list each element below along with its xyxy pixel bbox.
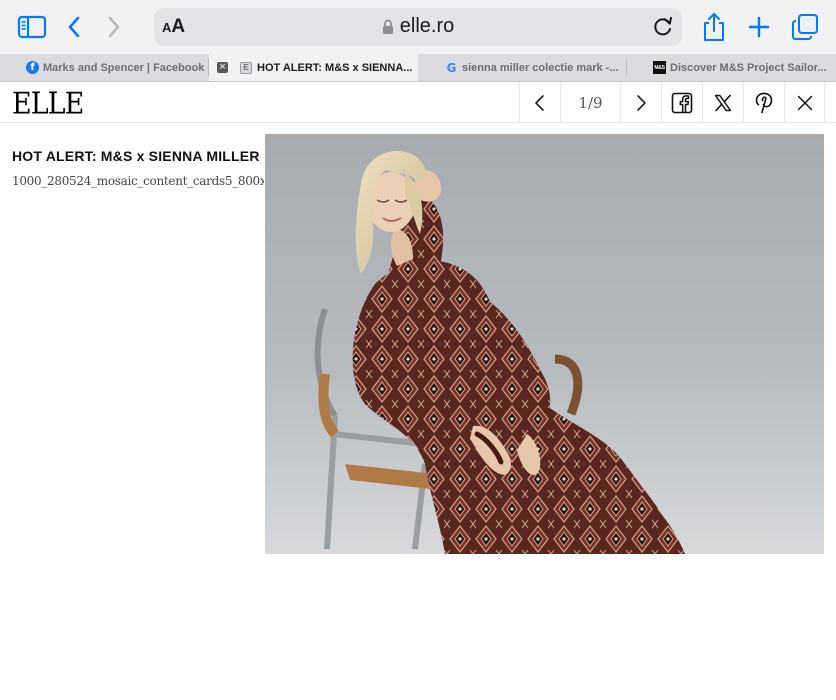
elle-logo[interactable]: ELLE: [12, 87, 84, 121]
close-gallery-button[interactable]: [784, 82, 825, 123]
close-icon: [797, 95, 812, 110]
url-display[interactable]: elle.ro: [154, 15, 682, 38]
tab-label: sienna miller colectie mark -...: [462, 61, 619, 74]
gallery-header: ELLE 1/9: [0, 82, 836, 123]
photo-illustration: [265, 134, 824, 554]
back-button[interactable]: [62, 12, 86, 42]
forward-button[interactable]: [102, 12, 126, 42]
reload-button[interactable]: [650, 14, 676, 40]
tab-label: Discover M&S Project Sailor...: [670, 61, 827, 74]
tab-hot-alert-active[interactable]: × E HOT ALERT: M&S x SIENNA...: [209, 54, 418, 81]
elle-favicon-icon: E: [240, 61, 252, 74]
tab-overview-button[interactable]: [790, 12, 820, 42]
tab-bar: f Marks and Spencer | Facebook × E HOT A…: [0, 54, 836, 82]
share-facebook-button[interactable]: [661, 82, 702, 123]
next-slide-button[interactable]: [620, 82, 661, 123]
slide-counter: 1/9: [560, 82, 620, 123]
gallery-photo[interactable]: [265, 134, 824, 554]
url-text: elle.ro: [399, 15, 455, 37]
tab-marks-spencer-facebook[interactable]: f Marks and Spencer | Facebook: [0, 54, 208, 81]
facebook-favicon-icon: f: [26, 61, 39, 74]
facebook-icon: [671, 92, 693, 113]
tab-label: Marks and Spencer | Facebook: [43, 61, 205, 74]
browser-toolbar: A A elle.ro: [0, 0, 836, 54]
address-bar[interactable]: A A elle.ro: [154, 8, 682, 46]
chevron-left-icon: [535, 94, 544, 111]
sidebar-toggle-button[interactable]: [16, 12, 48, 42]
tab-label: HOT ALERT: M&S x SIENNA...: [257, 61, 413, 74]
close-tab-icon[interactable]: ×: [217, 62, 228, 73]
plus-icon: [748, 16, 770, 38]
x-logo-icon: [714, 94, 732, 111]
slide-total: 9: [593, 93, 603, 112]
slide-current: 1: [578, 93, 588, 112]
lock-icon: [382, 19, 393, 34]
share-x-button[interactable]: [702, 82, 743, 123]
slide-title: HOT ALERT: M&S x SIENNA MILLER: [12, 148, 260, 164]
pinterest-icon: [755, 92, 773, 113]
google-favicon-icon: G: [446, 60, 457, 75]
tab-discover-ms[interactable]: M&S Discover M&S Project Sailor...: [627, 54, 836, 81]
chevron-left-icon: [68, 16, 80, 38]
image-filename: 1000_280524_mosaic_content_cards5_800x60…: [12, 174, 264, 188]
previous-slide-button[interactable]: [519, 82, 560, 123]
new-tab-button[interactable]: [746, 13, 772, 41]
ms-favicon-icon: M&S: [653, 61, 666, 74]
share-icon: [704, 13, 724, 41]
reload-icon: [654, 16, 672, 36]
chevron-right-icon: [637, 94, 646, 111]
chevron-right-icon: [108, 16, 120, 38]
tab-overview-icon: [792, 14, 818, 40]
tab-google-search[interactable]: G sienna miller colectie mark -...: [419, 54, 626, 81]
share-pinterest-button[interactable]: [743, 82, 784, 123]
share-button[interactable]: [700, 10, 728, 44]
sidebar-icon: [17, 15, 47, 39]
